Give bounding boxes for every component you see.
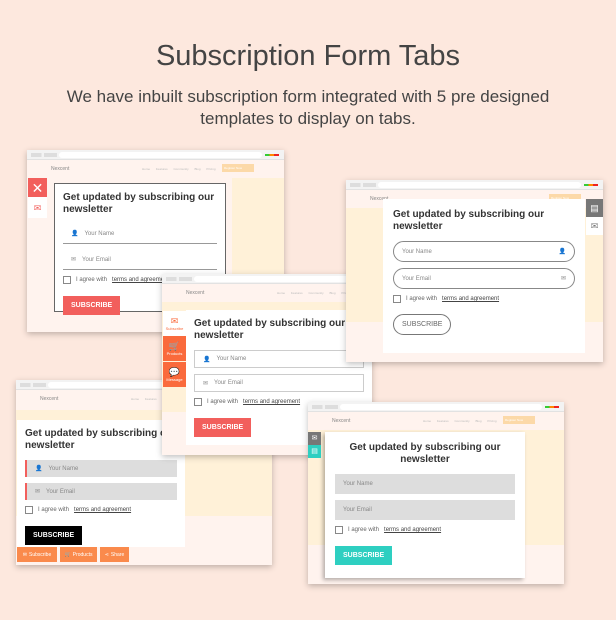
cart-icon: 🛒 bbox=[64, 551, 71, 558]
products-tab[interactable]: 🛒 Products bbox=[60, 547, 97, 562]
close-icon: ✕ bbox=[31, 179, 44, 196]
agree-checkbox[interactable] bbox=[335, 526, 343, 534]
products-tab[interactable]: 🛒 Products bbox=[163, 336, 186, 361]
subscribe-tab[interactable]: ✉ Subscribe bbox=[17, 547, 57, 562]
mail-icon: ✉ bbox=[590, 221, 599, 231]
form-tab[interactable]: ▤ bbox=[308, 445, 321, 458]
envelope-open-icon: ✉ bbox=[33, 202, 42, 213]
terms-link[interactable]: terms and agreement bbox=[74, 507, 131, 513]
agree-checkbox[interactable] bbox=[393, 295, 401, 303]
user-icon: 👤 bbox=[71, 231, 79, 237]
email-input[interactable]: ✉ Your Email bbox=[194, 374, 364, 392]
terms-link[interactable]: terms and agreement bbox=[243, 399, 300, 405]
user-icon: 👤 bbox=[558, 249, 566, 255]
mail-tab[interactable]: ✉ bbox=[586, 217, 603, 235]
mail-icon: ✉ bbox=[560, 276, 566, 282]
envelope-open-icon: ✉ bbox=[22, 551, 27, 558]
cart-icon: 🛒 bbox=[168, 341, 181, 351]
user-icon: 👤 bbox=[203, 356, 211, 363]
chat-icon: 💬 bbox=[168, 367, 181, 377]
site-logo: Nexcent bbox=[51, 166, 70, 172]
subscribe-tab[interactable]: ✉ Subscribe bbox=[163, 311, 186, 336]
subscribe-button[interactable]: SUBSCRIBE bbox=[393, 314, 452, 335]
form-icon: ▤ bbox=[311, 447, 318, 455]
user-icon: 👤 bbox=[35, 466, 43, 472]
agree-checkbox[interactable] bbox=[63, 276, 71, 284]
form-icon: ▤ bbox=[590, 203, 599, 213]
mail-icon: ✉ bbox=[71, 257, 77, 263]
name-input[interactable]: Your Name bbox=[335, 474, 515, 494]
agree-checkbox[interactable] bbox=[25, 506, 33, 514]
name-input[interactable]: 👤 Your Name bbox=[63, 224, 217, 244]
template-3-window: Nexcent Register Now Get updated by subsc… bbox=[346, 180, 603, 362]
subscribe-button[interactable]: SUBSCRIBE bbox=[194, 418, 252, 437]
page-subtitle: We have inbuilt subscription form integr… bbox=[66, 87, 550, 128]
terms-link[interactable]: terms and agreement bbox=[384, 527, 441, 533]
subscribe-button[interactable]: SUBSCRIBE bbox=[25, 526, 83, 545]
envelope-open-icon: ✉ bbox=[170, 316, 179, 326]
email-input[interactable]: Your Email ✉ bbox=[393, 268, 575, 289]
share-tab[interactable]: ⋖ Share bbox=[100, 547, 129, 562]
subscription-form: Get updated by subscribing our newslette… bbox=[325, 432, 525, 578]
page-title: Subscription Form Tabs bbox=[155, 40, 461, 72]
subscription-form: Get updated by subscribing our newslette… bbox=[17, 420, 185, 547]
close-tab[interactable]: ✕ bbox=[28, 178, 47, 197]
envelope-open-icon: ✉ bbox=[311, 434, 318, 442]
subscribe-tab[interactable]: ✉ bbox=[28, 197, 47, 218]
name-input[interactable]: Your Name 👤 bbox=[393, 241, 575, 262]
email-input[interactable]: Your Email bbox=[335, 500, 515, 520]
subscription-form: Get updated by subscribing our newslette… bbox=[383, 199, 585, 353]
terms-link[interactable]: terms and agreement bbox=[112, 277, 169, 283]
mail-icon: ✉ bbox=[35, 489, 41, 495]
message-tab[interactable]: 💬 Message bbox=[163, 362, 186, 387]
name-input[interactable]: 👤 Your Name bbox=[25, 460, 177, 477]
name-input[interactable]: 👤 Your Name bbox=[194, 350, 364, 368]
subscribe-button[interactable]: SUBSCRIBE bbox=[335, 546, 393, 565]
template-5-window: Nexcent Home Features Community Blog Pric… bbox=[308, 402, 564, 584]
mail-icon: ✉ bbox=[203, 380, 209, 387]
form-heading: Get updated by subscribing our newslette… bbox=[63, 192, 215, 215]
email-input[interactable]: ✉ Your Email bbox=[63, 250, 217, 270]
form-tab[interactable]: ▤ bbox=[586, 199, 603, 217]
terms-link[interactable]: terms and agreement bbox=[442, 296, 499, 302]
email-input[interactable]: ✉ Your Email bbox=[25, 483, 177, 500]
share-icon: ⋖ bbox=[104, 551, 109, 558]
subscribe-button[interactable]: SUBSCRIBE bbox=[63, 296, 121, 315]
agree-checkbox[interactable] bbox=[194, 398, 202, 406]
subscribe-tab[interactable]: ✉ bbox=[308, 432, 321, 445]
